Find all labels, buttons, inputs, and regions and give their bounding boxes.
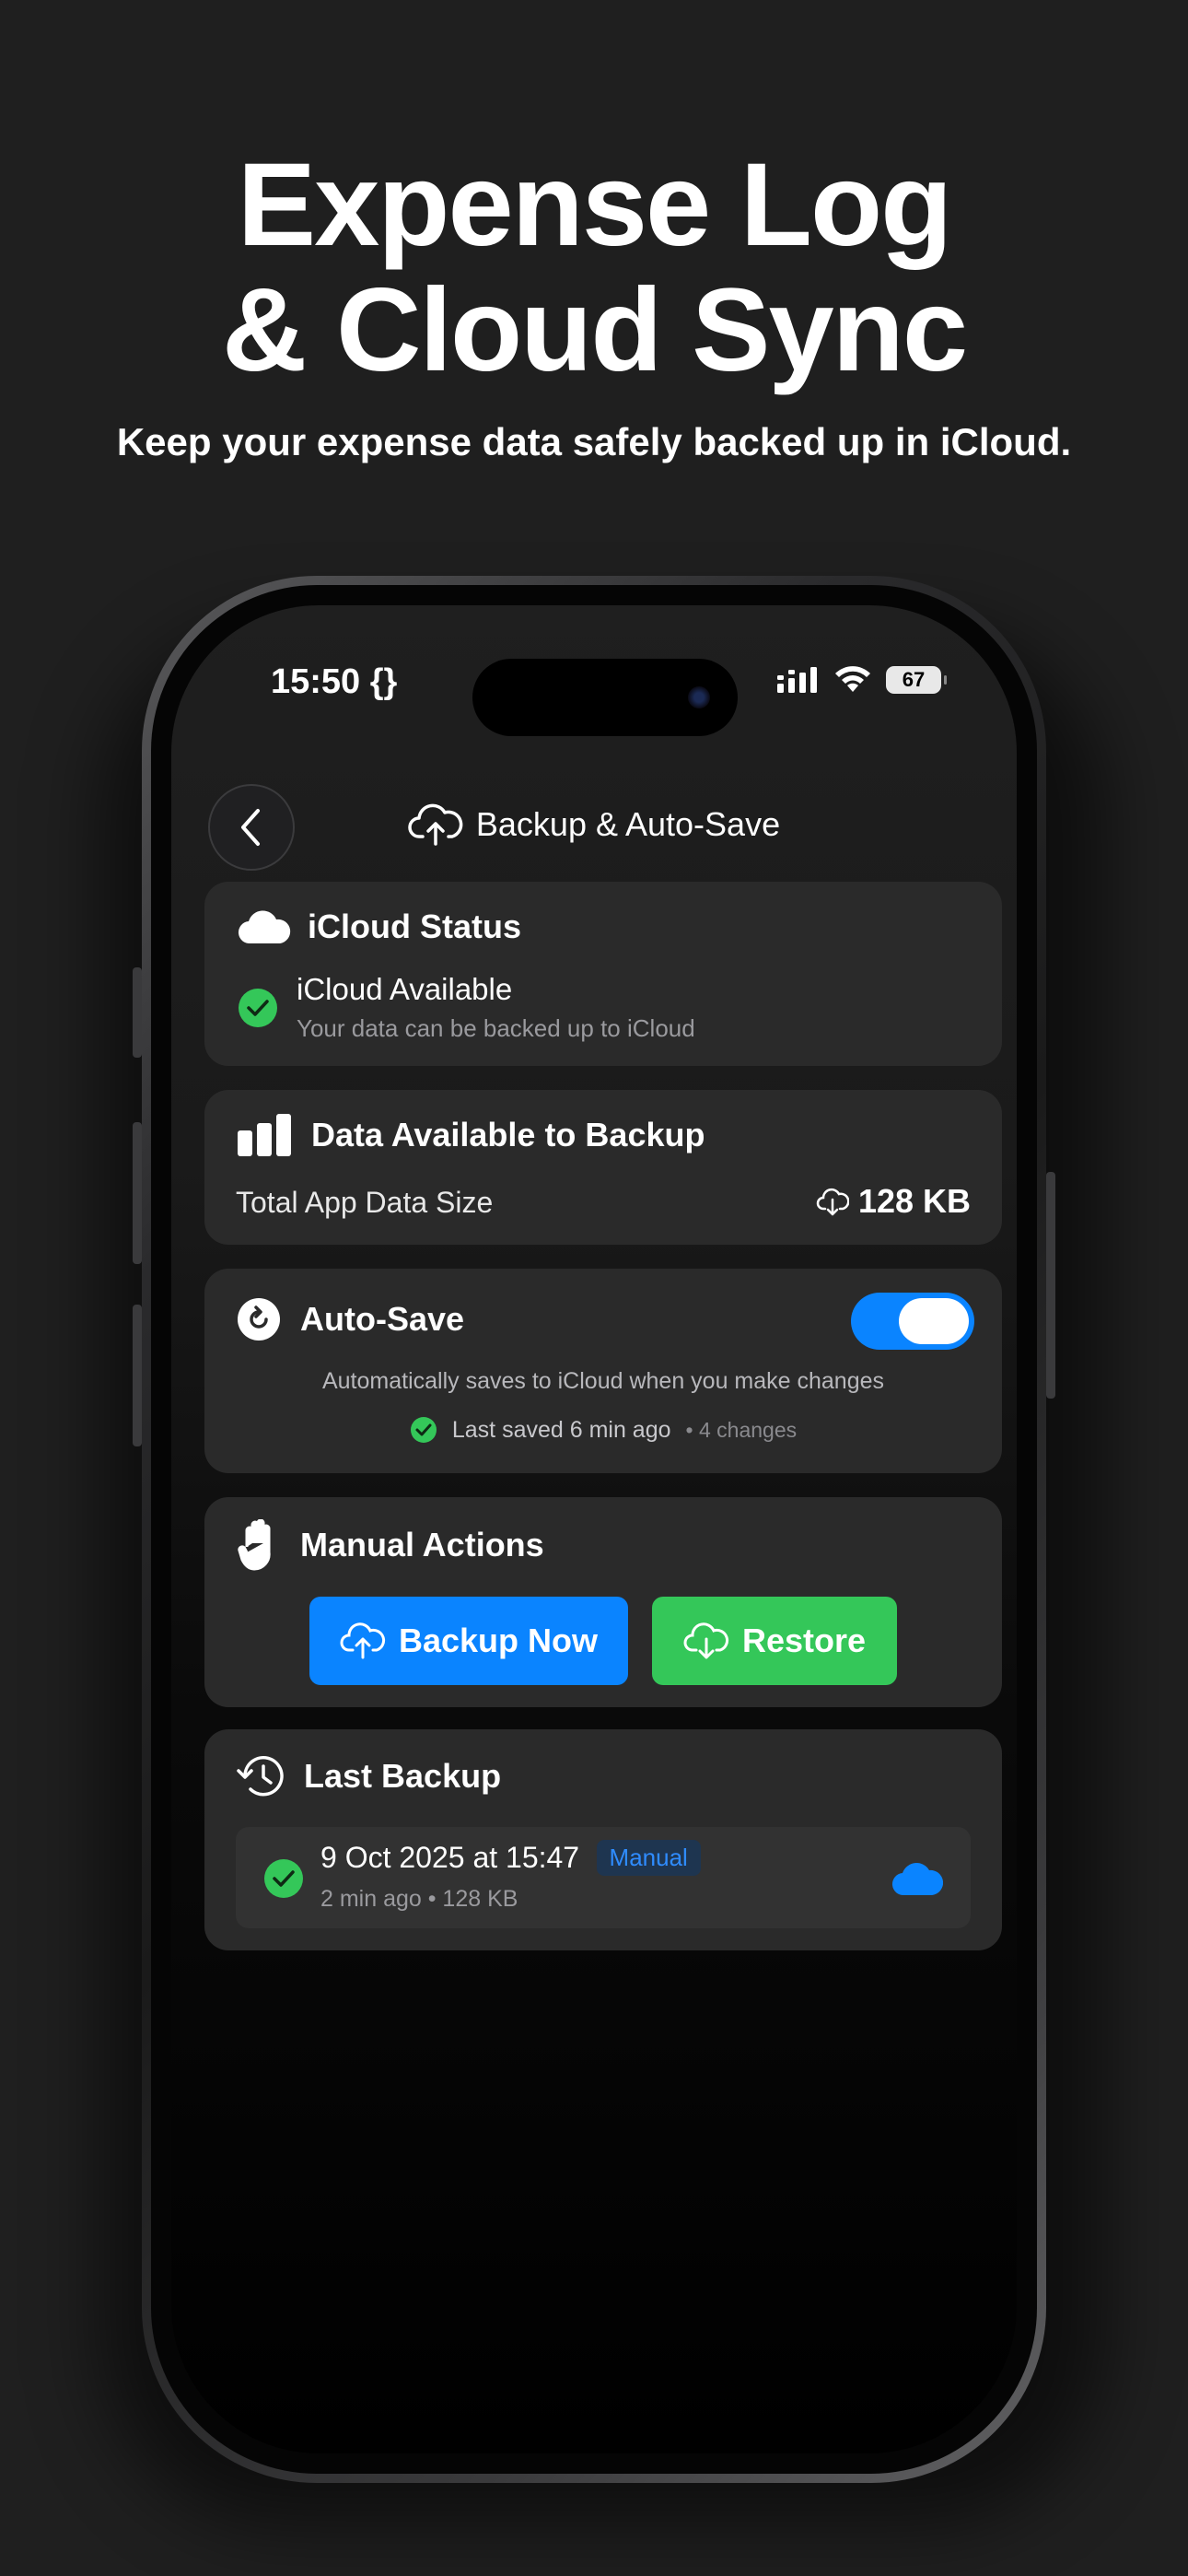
toggle-knob xyxy=(899,1298,969,1344)
backup-date: 9 Oct 2025 at 15:47 xyxy=(320,1841,580,1874)
data-backup-title: Data Available to Backup xyxy=(311,1116,705,1153)
last-backup-title: Last Backup xyxy=(304,1757,502,1795)
promo-headline-line2: & Cloud Sync xyxy=(221,264,968,396)
backup-type-badge: Manual xyxy=(596,1840,701,1876)
data-size-label: Total App Data Size xyxy=(236,1186,494,1219)
cloud-icon xyxy=(238,910,291,944)
data-size-value: 128 KB xyxy=(857,1182,971,1220)
last-backup-card: Last Backup 9 Oct 2025 at 15:47 Manual 2… xyxy=(204,1729,1002,1950)
nav-title-label: Backup & Auto-Save xyxy=(475,805,781,843)
bar-chart-icon xyxy=(238,1114,291,1156)
promo-subline: Keep your expense data safely backed up … xyxy=(116,420,1072,463)
checkmark-circle-icon xyxy=(264,1859,303,1898)
app-screen: 15:50 {} 67 Backup & Auto-Save iCloud St… xyxy=(171,605,1017,2453)
camera-icon xyxy=(688,686,710,708)
refresh-icon xyxy=(238,1298,280,1341)
changes-count: • 4 changes xyxy=(685,1417,798,1442)
manual-actions-title: Manual Actions xyxy=(300,1526,544,1563)
icloud-state: iCloud Available xyxy=(297,972,513,1006)
wifi-icon xyxy=(835,666,870,692)
cloud-upload-icon xyxy=(340,1622,386,1659)
data-backup-card: Data Available to Backup Total App Data … xyxy=(204,1090,1002,1245)
checkmark-circle-icon xyxy=(410,1417,437,1443)
manual-actions-card: Manual Actions Backup Now Restore xyxy=(204,1497,1002,1707)
volume-up-button xyxy=(133,1122,142,1264)
cloud-icon xyxy=(892,1863,943,1896)
power-button xyxy=(1046,1172,1055,1399)
status-icons: 67 xyxy=(777,666,947,694)
dynamic-island xyxy=(472,659,738,736)
icloud-status-card: iCloud Status iCloud Available Your data… xyxy=(204,882,1002,1066)
hand-icon xyxy=(238,1519,271,1571)
nav-title: Backup & Auto-Save xyxy=(171,802,1017,848)
battery-indicator: 67 xyxy=(886,666,947,694)
cloud-download-icon xyxy=(683,1622,729,1659)
backup-meta: 2 min ago • 128 KB xyxy=(320,1886,518,1912)
volume-down-button xyxy=(133,1305,142,1446)
cloud-upload-icon xyxy=(408,803,463,846)
restore-button[interactable]: Restore xyxy=(652,1597,897,1685)
auto-save-card: Auto-Save Automatically saves to iCloud … xyxy=(204,1269,1002,1473)
restore-label: Restore xyxy=(741,1622,867,1659)
checkmark-circle-icon xyxy=(239,989,277,1027)
icloud-status-title: iCloud Status xyxy=(308,907,521,945)
backup-now-label: Backup Now xyxy=(398,1622,599,1659)
cellular-signal-icon xyxy=(777,667,817,693)
cloud-download-icon xyxy=(816,1188,849,1216)
auto-save-toggle[interactable] xyxy=(851,1293,974,1350)
auto-save-description: Automatically saves to iCloud when you m… xyxy=(321,1368,885,1394)
phone-frame: 15:50 {} 67 Backup & Auto-Save iCloud St… xyxy=(142,576,1046,2483)
last-saved-text: Last saved 6 min ago xyxy=(451,1416,671,1443)
backup-entry[interactable]: 9 Oct 2025 at 15:47 Manual 2 min ago • 1… xyxy=(236,1827,971,1928)
backup-now-button[interactable]: Backup Now xyxy=(309,1597,628,1685)
promo-headline-line1: Expense Log xyxy=(237,139,953,271)
action-button xyxy=(133,967,142,1058)
promo-headline: Expense Log & Cloud Sync xyxy=(0,143,1188,393)
auto-save-title: Auto-Save xyxy=(300,1300,465,1338)
phone-bezel: 15:50 {} 67 Backup & Auto-Save iCloud St… xyxy=(151,585,1037,2474)
icloud-description: Your data can be backed up to iCloud xyxy=(297,1014,695,1042)
history-icon xyxy=(237,1756,284,1797)
status-time: 15:50 {} xyxy=(271,662,398,701)
